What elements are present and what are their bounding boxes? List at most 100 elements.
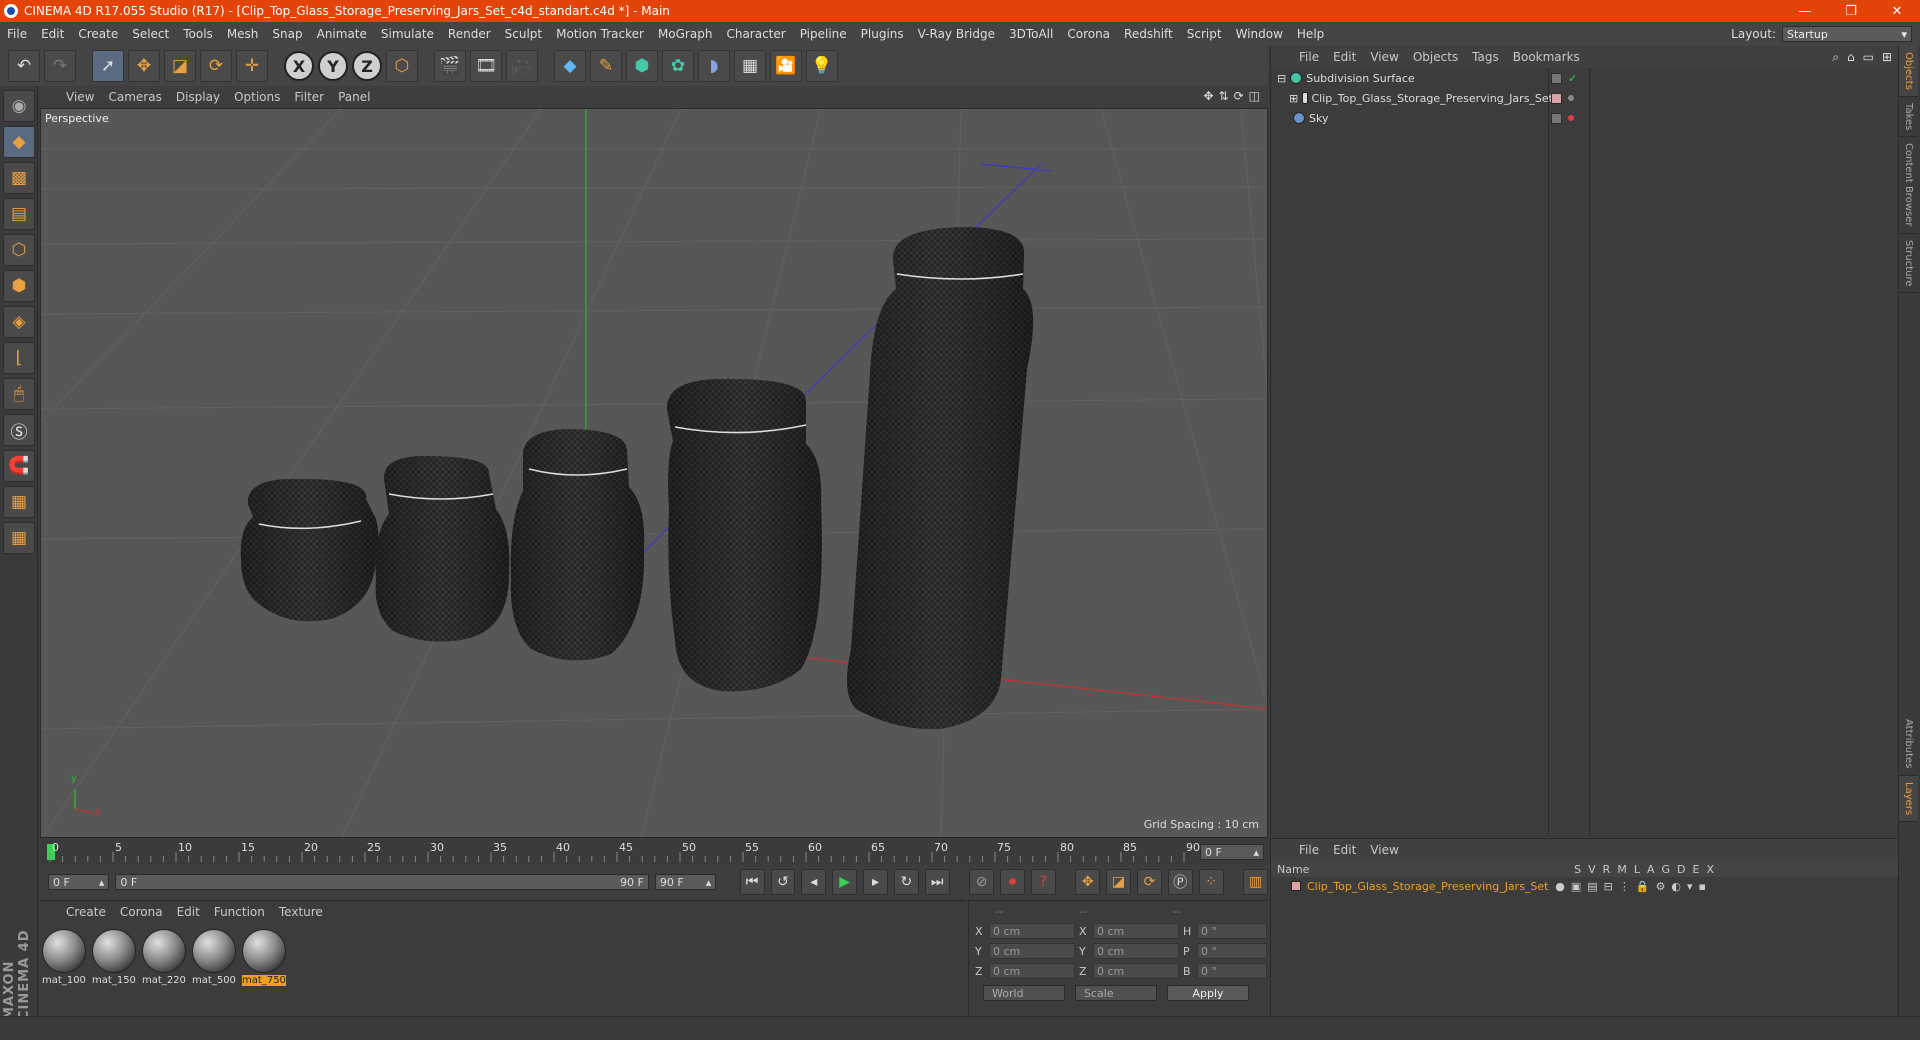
- render-dot[interactable]: [1568, 95, 1574, 101]
- texture-mode-button[interactable]: ▩: [3, 162, 35, 194]
- autokey-button[interactable]: ⏺: [1000, 869, 1025, 895]
- menu-window[interactable]: Window: [1229, 27, 1290, 41]
- material-menu-texture[interactable]: Texture: [279, 905, 323, 919]
- key-parameter-button[interactable]: Ⓟ: [1167, 869, 1193, 895]
- material-item[interactable]: mat_100: [42, 929, 86, 986]
- timeline-ruler[interactable]: 0 5 10 15 20 25 30 35 40 45 50 55 60 65 70 75 80 85 90 0 F…: [40, 840, 1268, 864]
- layer-menu-file[interactable]: File: [1299, 843, 1319, 857]
- menu-select[interactable]: Select: [125, 27, 176, 41]
- timeline-window-button[interactable]: ▥: [1243, 869, 1268, 895]
- pan-icon[interactable]: ✥: [1203, 89, 1213, 103]
- object-menu-bookmarks[interactable]: Bookmarks: [1513, 50, 1580, 64]
- subdivision-surface-button[interactable]: ⬢: [626, 50, 658, 82]
- material-menu-edit[interactable]: Edit: [177, 905, 200, 919]
- viewport-menu-panel[interactable]: Panel: [338, 90, 370, 104]
- select-tool-button[interactable]: ➚: [92, 50, 124, 82]
- size-mode-dropdown[interactable]: Scale: [1075, 985, 1157, 1001]
- viewport-menu-options[interactable]: Options: [234, 90, 280, 104]
- expand-toggle-icon[interactable]: ⊞: [1289, 92, 1298, 105]
- material-item[interactable]: mat_500: [192, 929, 236, 986]
- tab-layers[interactable]: Layers: [1899, 775, 1918, 822]
- close-button[interactable]: ✕: [1874, 4, 1920, 19]
- points-mode-button[interactable]: ⬡: [3, 234, 35, 266]
- object-row[interactable]: ⊟ Subdivision Surface ✓: [1271, 68, 1898, 88]
- expand-icon[interactable]: ⊞: [1882, 50, 1892, 65]
- tab-content-browser[interactable]: Content Browser: [1899, 137, 1918, 234]
- record-active-button[interactable]: ⊘: [969, 869, 995, 895]
- visibility-toggle[interactable]: [1551, 112, 1562, 124]
- menu-file[interactable]: File: [0, 27, 34, 41]
- layer-menu-edit[interactable]: Edit: [1333, 843, 1356, 857]
- menu-snap[interactable]: Snap: [265, 27, 309, 41]
- material-item[interactable]: mat_150: [92, 929, 136, 986]
- maximize-view-icon[interactable]: ◫: [1249, 89, 1260, 103]
- visibility-toggle[interactable]: [1551, 72, 1562, 84]
- object-row[interactable]: Sky: [1271, 108, 1898, 128]
- x-axis-lock-button[interactable]: X: [284, 51, 314, 81]
- dolly-icon[interactable]: ⇅: [1219, 89, 1229, 103]
- menu-mesh[interactable]: Mesh: [220, 27, 266, 41]
- menu-simulate[interactable]: Simulate: [374, 27, 441, 41]
- render-settings-button[interactable]: 🎥: [506, 50, 538, 82]
- maximize-button[interactable]: ❐: [1828, 4, 1874, 19]
- menu-redshift[interactable]: Redshift: [1117, 27, 1180, 41]
- redo-button[interactable]: ↷: [44, 50, 76, 82]
- move-tool-button[interactable]: ✥: [128, 50, 160, 82]
- start-frame-field[interactable]: 0 F ▴: [48, 874, 110, 890]
- layer-menu-view[interactable]: View: [1370, 843, 1398, 857]
- model-mode-button[interactable]: ◆: [3, 126, 35, 158]
- deformer-button[interactable]: ◗: [698, 50, 730, 82]
- orbit-icon[interactable]: ⟳: [1234, 89, 1244, 103]
- menu-edit[interactable]: Edit: [34, 27, 71, 41]
- menu-animate[interactable]: Animate: [310, 27, 374, 41]
- frame-range-slider[interactable]: 0 F 90 F: [115, 874, 649, 890]
- tweak-mode-button[interactable]: 🖱: [3, 378, 35, 410]
- array-button[interactable]: ✿: [662, 50, 694, 82]
- object-menu-file[interactable]: File: [1299, 50, 1319, 64]
- menu-mograph[interactable]: MoGraph: [651, 27, 720, 41]
- play-button[interactable]: ▶: [832, 869, 858, 895]
- object-menu-view[interactable]: View: [1370, 50, 1398, 64]
- pos-z-field[interactable]: 0 cm: [989, 963, 1075, 979]
- menu-script[interactable]: Script: [1180, 27, 1229, 41]
- object-menu-tags[interactable]: Tags: [1472, 50, 1499, 64]
- workplane-mode-button[interactable]: ▤: [3, 198, 35, 230]
- menu-help[interactable]: Help: [1290, 27, 1331, 41]
- menu-motion-tracker[interactable]: Motion Tracker: [549, 27, 651, 41]
- tab-takes[interactable]: Takes: [1899, 97, 1918, 138]
- coordinate-system-button[interactable]: ⬡: [386, 50, 418, 82]
- layer-flag-icons[interactable]: ●▣▤⊟⋮🔒⚙◐▾▪: [1555, 880, 1712, 893]
- apply-button[interactable]: Apply: [1167, 985, 1249, 1001]
- material-menu-function[interactable]: Function: [214, 905, 265, 919]
- collapse-toggle-icon[interactable]: ⊟: [1277, 72, 1286, 85]
- size-y-field[interactable]: 0 cm: [1093, 943, 1179, 959]
- viewport-menu-view[interactable]: View: [66, 90, 94, 104]
- search-icon[interactable]: ⌕: [1832, 50, 1839, 65]
- current-frame-field[interactable]: 0 F ▴: [1200, 844, 1264, 860]
- layer-color-swatch[interactable]: [1291, 881, 1301, 891]
- key-pla-button[interactable]: ⁘: [1198, 869, 1224, 895]
- floor-button[interactable]: ▦: [734, 50, 766, 82]
- next-frame-button[interactable]: ▸: [863, 869, 888, 895]
- object-menu-objects[interactable]: Objects: [1413, 50, 1458, 64]
- key-position-button[interactable]: ✥: [1075, 869, 1101, 895]
- y-axis-lock-button[interactable]: Y: [318, 51, 348, 81]
- material-menu-create[interactable]: Create: [66, 905, 106, 919]
- menu-create[interactable]: Create: [71, 27, 125, 41]
- layer-color-swatch[interactable]: [1551, 92, 1562, 104]
- previous-keyframe-button[interactable]: ↺: [770, 869, 796, 895]
- coordinate-space-dropdown[interactable]: World: [983, 985, 1065, 1001]
- menu-vray-bridge[interactable]: V-Ray Bridge: [911, 27, 1002, 41]
- menu-corona[interactable]: Corona: [1060, 27, 1117, 41]
- previous-frame-button[interactable]: ◂: [801, 869, 827, 895]
- size-z-field[interactable]: 0 cm: [1093, 963, 1179, 979]
- undo-button[interactable]: ↶: [8, 50, 40, 82]
- light-button[interactable]: 💡: [806, 50, 838, 82]
- tab-structure[interactable]: Structure: [1899, 234, 1918, 294]
- key-scale-button[interactable]: ◪: [1106, 869, 1132, 895]
- solo-button[interactable]: Ⓢ: [3, 414, 35, 446]
- locked-workplane-button[interactable]: ▦: [3, 486, 35, 518]
- viewport-menu-display[interactable]: Display: [176, 90, 220, 104]
- layout-dropdown[interactable]: Startup ▾: [1782, 26, 1912, 42]
- perspective-viewport[interactable]: Perspective y x Grid Spacing : 10 cm: [40, 108, 1268, 838]
